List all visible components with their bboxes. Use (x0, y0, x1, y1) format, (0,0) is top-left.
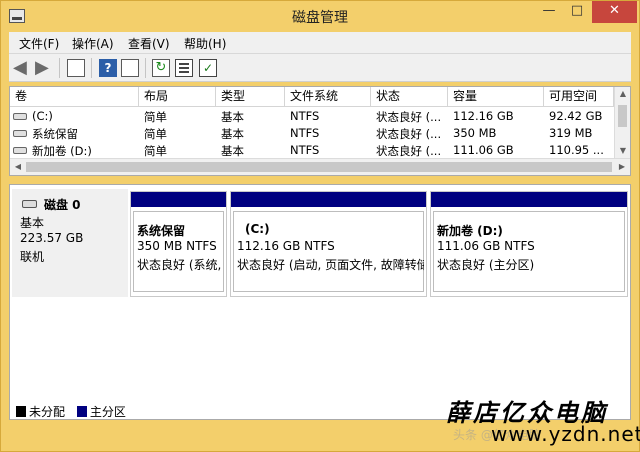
volume-icon (13, 130, 27, 137)
cell-status: 状态良好 (... (376, 144, 442, 158)
disk-type: 基本 (20, 216, 45, 230)
toolbar-separator (145, 58, 146, 78)
forward-arrow-icon[interactable]: ▶ (35, 59, 53, 77)
column-header-filesystem[interactable]: 文件系统 (285, 87, 371, 107)
disk-graphical-view: 磁盘 0 基本 223.57 GB 联机 系统保留 350 MB NTFS 状态… (9, 184, 631, 420)
cell-filesystem: NTFS (290, 109, 320, 123)
cell-layout: 简单 (144, 110, 167, 124)
partition-name: 新加卷 (D:) (437, 224, 503, 238)
disk-management-window: 磁盘管理 — □ ✕ 文件(F) 操作(A) 查看(V) 帮助(H) ◀ ▶ ?… (0, 0, 640, 452)
cell-capacity: 111.06 GB (453, 143, 514, 157)
scroll-thumb[interactable] (26, 162, 612, 172)
properties-icon[interactable] (175, 59, 193, 77)
cell-type: 基本 (221, 110, 244, 124)
close-button[interactable]: ✕ (592, 1, 637, 23)
menu-bar: 文件(F) 操作(A) 查看(V) 帮助(H) (9, 32, 631, 54)
partition-name: 系统保留 (137, 224, 186, 238)
cell-free-space: 110.95 ... (549, 143, 604, 157)
menu-view[interactable]: 查看(V) (128, 35, 170, 52)
show-pane-icon[interactable] (121, 59, 139, 77)
partition-color-bar (131, 192, 226, 207)
partition-color-bar (431, 192, 627, 207)
minimize-button[interactable]: — (536, 1, 562, 23)
partition-c[interactable]: (C:) 112.16 GB NTFS 状态良好 (启动, 页面文件, 故障转储 (230, 191, 427, 297)
cell-capacity: 112.16 GB (453, 109, 514, 123)
menu-action[interactable]: 操作(A) (72, 35, 114, 52)
column-header-status[interactable]: 状态 (371, 87, 448, 107)
title-bar[interactable]: 磁盘管理 — □ ✕ (1, 1, 639, 31)
refresh-icon[interactable]: ↻ (152, 59, 170, 77)
cell-status: 状态良好 (... (376, 127, 442, 141)
cell-capacity: 350 MB (453, 126, 497, 140)
legend-label-primary: 主分区 (89, 405, 126, 419)
legend-swatch-primary (76, 406, 87, 417)
cell-volume: 新加卷 (D:) (32, 144, 92, 158)
disk-name: 磁盘 0 (44, 198, 81, 212)
disk-icon (22, 200, 37, 208)
table-row[interactable]: 系统保留 简单 基本 NTFS 状态良好 (... 350 MB 319 MB (10, 125, 614, 142)
scroll-down-icon[interactable]: ▼ (615, 146, 630, 155)
check-icon[interactable]: ✓ (199, 59, 217, 77)
disk-info-panel[interactable]: 磁盘 0 基本 223.57 GB 联机 (12, 189, 128, 297)
cell-free-space: 92.42 GB (549, 109, 603, 123)
toolbar: ◀ ▶ ? ↻ ✓ (9, 54, 631, 82)
column-header-volume[interactable]: 卷 (10, 87, 139, 107)
cell-filesystem: NTFS (290, 143, 320, 157)
column-header-capacity[interactable]: 容量 (448, 87, 544, 107)
cell-layout: 简单 (144, 127, 167, 141)
back-arrow-icon[interactable]: ◀ (13, 59, 31, 77)
cell-volume: 系统保留 (32, 127, 78, 141)
console-tree-icon[interactable] (67, 59, 85, 77)
partition-size: 111.06 GB NTFS (437, 239, 535, 253)
legend-label-unallocated: 未分配 (29, 405, 66, 419)
volume-list: 卷 布局 类型 文件系统 状态 容量 可用空间 (C:) 简单 基本 NTFS … (9, 86, 631, 176)
disk-size: 223.57 GB (20, 231, 84, 245)
volume-icon (13, 147, 27, 154)
partition-size: 112.16 GB NTFS (237, 239, 335, 253)
column-header-layout[interactable]: 布局 (139, 87, 216, 107)
cell-volume: (C:) (32, 109, 53, 123)
column-header-free-space[interactable]: 可用空间 (544, 87, 614, 107)
partition-status: 状态良好 (系统, (137, 258, 222, 272)
legend: 未分配 主分区 (16, 403, 126, 420)
menu-file[interactable]: 文件(F) (19, 35, 59, 52)
scroll-thumb[interactable] (618, 105, 627, 127)
disk-state: 联机 (20, 250, 45, 264)
horizontal-scrollbar[interactable]: ◀ ▶ (10, 158, 630, 175)
toolbar-separator (59, 58, 60, 78)
scroll-right-icon[interactable]: ▶ (614, 162, 630, 171)
cell-status: 状态良好 (... (376, 110, 442, 124)
cell-type: 基本 (221, 144, 244, 158)
toolbar-separator (91, 58, 92, 78)
partition-d[interactable]: 新加卷 (D:) 111.06 GB NTFS 状态良好 (主分区) (430, 191, 628, 297)
legend-swatch-unallocated (16, 406, 26, 417)
help-icon[interactable]: ? (99, 59, 117, 77)
partition-color-bar (231, 192, 426, 207)
menu-help[interactable]: 帮助(H) (184, 35, 226, 52)
partition-name: (C:) (245, 222, 270, 236)
cell-filesystem: NTFS (290, 126, 320, 140)
maximize-button[interactable]: □ (564, 1, 590, 23)
vertical-scrollbar[interactable]: ▲ ▼ (614, 87, 630, 159)
table-row[interactable]: 新加卷 (D:) 简单 基本 NTFS 状态良好 (... 111.06 GB … (10, 142, 614, 159)
cell-free-space: 319 MB (549, 126, 593, 140)
volume-icon (13, 113, 27, 120)
partition-size: 350 MB NTFS (137, 239, 217, 253)
scroll-left-icon[interactable]: ◀ (10, 162, 26, 171)
scroll-up-icon[interactable]: ▲ (615, 89, 630, 98)
cell-type: 基本 (221, 127, 244, 141)
watermark-url: www.yzdn.net (491, 422, 640, 446)
cell-layout: 简单 (144, 144, 167, 158)
partition-status: 状态良好 (启动, 页面文件, 故障转储 (237, 258, 424, 272)
partition-status: 状态良好 (主分区) (437, 258, 535, 272)
partition-system-reserved[interactable]: 系统保留 350 MB NTFS 状态良好 (系统, (130, 191, 227, 297)
table-row[interactable]: (C:) 简单 基本 NTFS 状态良好 (... 112.16 GB 92.4… (10, 108, 614, 125)
column-header-type[interactable]: 类型 (216, 87, 285, 107)
